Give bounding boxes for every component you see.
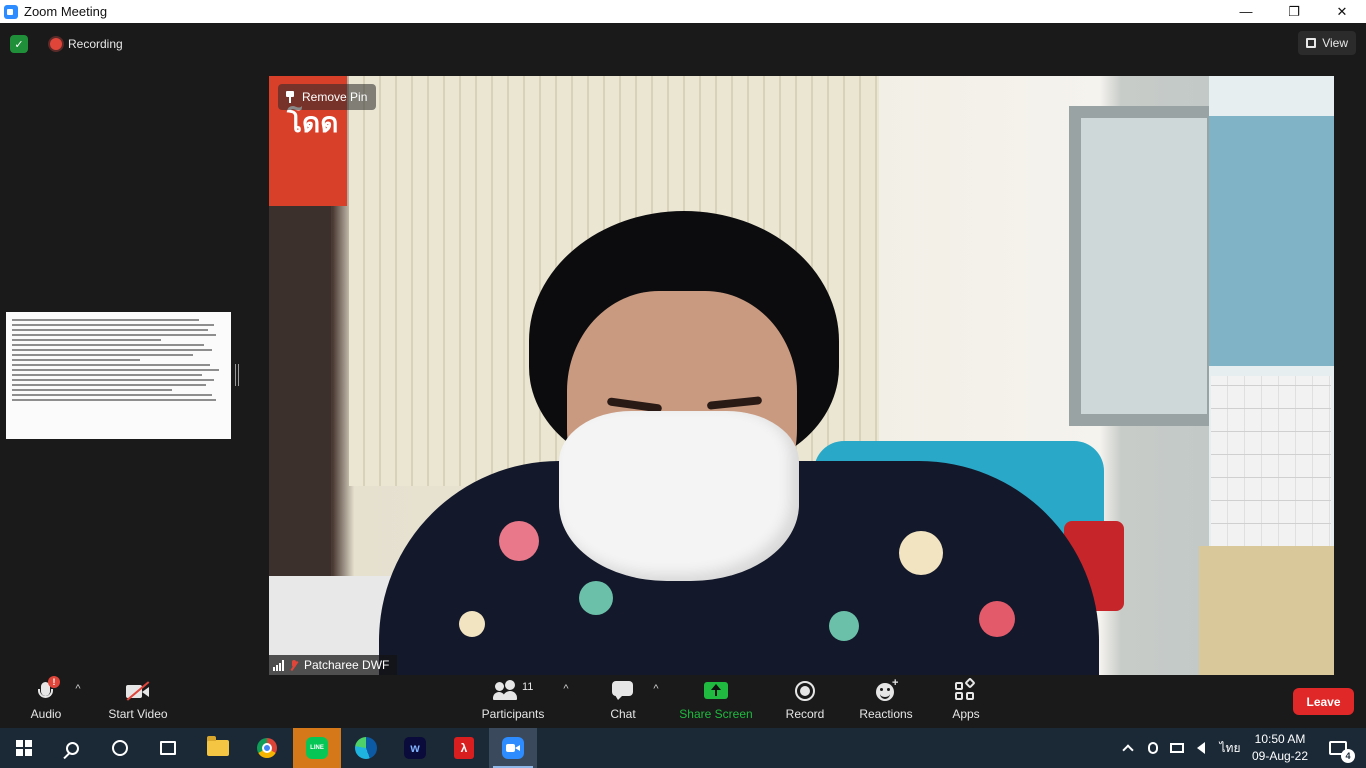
share-screen-label: Share Screen — [679, 707, 753, 721]
chevron-up-icon — [1122, 744, 1134, 756]
record-icon — [792, 680, 818, 702]
input-language-indicator[interactable]: ไทย — [1214, 728, 1246, 768]
participant-figure — [379, 201, 1099, 675]
participants-options-caret[interactable]: ^ — [560, 683, 572, 695]
tray-volume[interactable] — [1190, 728, 1212, 768]
reactions-button[interactable]: + Reactions — [854, 675, 918, 728]
webcam-icon — [1148, 742, 1158, 754]
folder-icon — [207, 736, 229, 756]
cortana-icon — [112, 740, 128, 756]
record-button[interactable]: Record — [780, 675, 830, 728]
participants-count: 11 — [522, 681, 534, 693]
meeting-area: ✓ Recording View โดด Remove Pin Patchare… — [0, 23, 1366, 675]
audio-alert-badge: ! — [48, 676, 60, 688]
tray-network[interactable] — [1166, 728, 1188, 768]
audio-label: Audio — [30, 707, 62, 721]
taskbar-webex[interactable]: w — [391, 728, 439, 768]
speaker-icon — [1197, 742, 1205, 754]
view-button[interactable]: View — [1298, 31, 1356, 55]
audio-button[interactable]: ! Audio — [22, 675, 70, 728]
muted-microphone-icon — [290, 659, 298, 671]
chat-icon — [610, 680, 636, 702]
participants-label: Participants — [481, 707, 545, 721]
taskbar-zoom[interactable] — [489, 728, 537, 768]
remove-pin-label: Remove Pin — [302, 90, 368, 104]
windows-taskbar: LINE w λ ไทย 10:50 AM 09-Aug-22 4 — [0, 728, 1366, 768]
window-controls: — ❐ ✕ — [1222, 0, 1366, 23]
apps-icon — [953, 677, 979, 702]
line-icon: LINE — [306, 737, 328, 759]
zoom-icon — [502, 737, 524, 759]
view-label: View — [1322, 36, 1348, 50]
taskbar-chrome[interactable] — [243, 728, 291, 768]
pdf-icon: λ — [454, 737, 474, 759]
record-label: Record — [785, 707, 825, 721]
start-video-button[interactable]: Start Video — [104, 675, 172, 728]
participants-button[interactable]: 11 Participants — [478, 675, 548, 728]
taskbar-file-explorer[interactable] — [194, 728, 242, 768]
view-icon — [1306, 38, 1317, 48]
video-off-icon — [125, 680, 151, 702]
notification-count-badge: 4 — [1341, 749, 1355, 763]
shared-document-thumbnail[interactable] — [6, 312, 231, 439]
recording-dot-icon — [50, 38, 62, 50]
taskbar-search-button[interactable] — [48, 728, 96, 768]
participant-name: Patcharee DWF — [304, 658, 390, 672]
audio-options-caret[interactable]: ^ — [72, 683, 84, 695]
show-hidden-icons-button[interactable] — [1118, 728, 1138, 768]
clock-date: 09-Aug-22 — [1251, 749, 1309, 763]
reactions-icon: + — [873, 677, 899, 702]
share-screen-button[interactable]: Share Screen — [678, 675, 754, 728]
start-button[interactable] — [0, 728, 48, 768]
participant-nameplate: Patcharee DWF — [269, 655, 398, 675]
start-video-label: Start Video — [108, 707, 168, 721]
leave-button[interactable]: Leave — [1293, 688, 1354, 715]
task-view-icon — [160, 741, 176, 755]
notification-icon: 4 — [1329, 741, 1355, 763]
tray-meet-now[interactable] — [1142, 728, 1164, 768]
reactions-label: Reactions — [859, 707, 913, 721]
participant-face-mask — [559, 411, 799, 581]
maximize-button[interactable]: ❐ — [1270, 0, 1318, 23]
webex-icon: w — [404, 737, 426, 759]
apps-label: Apps — [952, 707, 980, 721]
panel-resize-handle[interactable] — [235, 364, 239, 386]
microphone-icon: ! — [33, 676, 60, 702]
meeting-toolbar: ! Audio ^ Start Video 11 Participants ^ … — [0, 675, 1366, 728]
taskbar-line[interactable]: LINE — [293, 728, 341, 768]
active-speaker-video[interactable]: โดด Remove Pin Patcharee DWF — [269, 76, 1334, 675]
zoom-logo-icon — [4, 4, 18, 19]
share-screen-icon — [703, 680, 729, 702]
window-title: Zoom Meeting — [24, 4, 108, 19]
remove-pin-button[interactable]: Remove Pin — [278, 84, 377, 110]
minimize-button[interactable]: — — [1222, 0, 1270, 23]
taskbar-acrobat[interactable]: λ — [440, 728, 488, 768]
recording-label: Recording — [68, 37, 123, 51]
taskbar-edge[interactable] — [342, 728, 390, 768]
encryption-shield-icon[interactable]: ✓ — [10, 35, 28, 53]
close-button[interactable]: ✕ — [1318, 0, 1366, 23]
recording-indicator[interactable]: Recording — [44, 33, 131, 55]
meeting-status-bar: ✓ Recording — [10, 33, 131, 55]
task-view-button[interactable] — [144, 728, 192, 768]
background-desk — [1199, 546, 1334, 675]
notification-center-button[interactable]: 4 — [1318, 728, 1358, 768]
chat-options-caret[interactable]: ^ — [650, 683, 662, 695]
edge-icon — [355, 737, 377, 759]
pin-icon — [285, 91, 295, 103]
title-bar: Zoom Meeting — ❐ ✕ — [0, 0, 1366, 23]
network-icon — [1170, 743, 1184, 753]
cortana-button[interactable] — [96, 728, 144, 768]
chat-button[interactable]: Chat — [600, 675, 646, 728]
taskbar-clock[interactable]: 10:50 AM 09-Aug-22 — [1246, 731, 1314, 765]
clock-time: 10:50 AM — [1254, 732, 1306, 746]
participants-icon: 11 — [493, 680, 533, 702]
search-icon — [65, 741, 79, 755]
chrome-icon — [257, 738, 277, 758]
chat-label: Chat — [610, 707, 636, 721]
signal-strength-icon — [273, 659, 285, 671]
windows-logo-icon — [16, 740, 32, 756]
apps-button[interactable]: Apps — [944, 675, 988, 728]
